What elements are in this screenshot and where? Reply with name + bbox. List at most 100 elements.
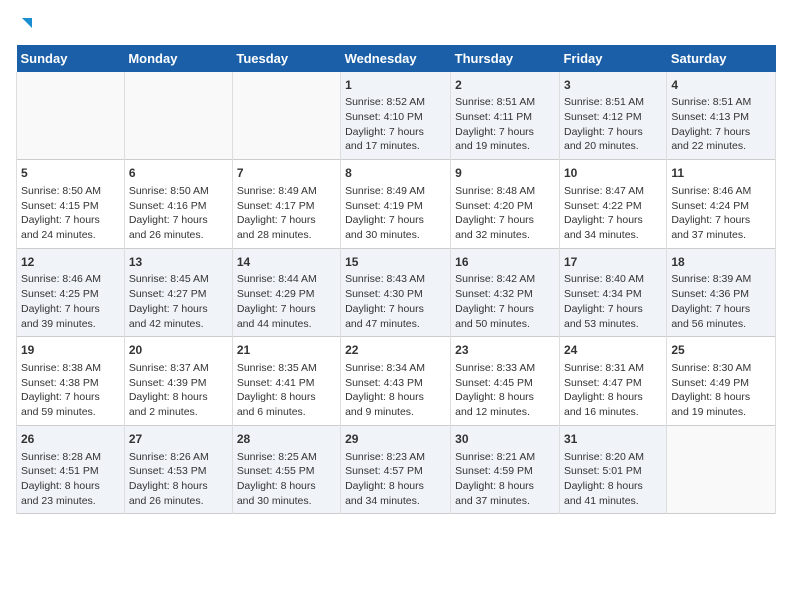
calendar-week-2: 5 Sunrise: 8:50 AM Sunset: 4:15 PM Daylig… [17,160,776,249]
day-number: 16 [455,254,555,271]
day-info: Sunrise: 8:47 AM Sunset: 4:22 PM Dayligh… [564,184,662,243]
day-number: 18 [671,254,771,271]
calendar-cell: 20Sunrise: 8:37 AM Sunset: 4:39 PM Dayli… [124,337,232,426]
calendar-cell: 17Sunrise: 8:40 AM Sunset: 4:34 PM Dayli… [559,248,666,337]
day-number: 19 [21,342,120,359]
day-info: Sunrise: 8:34 AM Sunset: 4:43 PM Dayligh… [345,361,446,420]
calendar-week-5: 26 Sunrise: 8:28 AM Sunset: 4:51 PM Dayli… [17,425,776,514]
day-info: Sunrise: 8:28 AM Sunset: 4:51 PM Dayligh… [21,450,120,509]
calendar-table: SundayMondayTuesdayWednesdayThursdayFrid… [16,45,776,515]
page-header [16,16,776,37]
day-info: Sunrise: 8:39 AM Sunset: 4:36 PM Dayligh… [671,272,771,331]
weekday-header-saturday: Saturday [667,45,776,72]
day-number: 22 [345,342,446,359]
day-info: Sunrise: 8:30 AM Sunset: 4:49 PM Dayligh… [671,361,771,420]
calendar-cell: 15Sunrise: 8:43 AM Sunset: 4:30 PM Dayli… [341,248,451,337]
day-number: 10 [564,165,662,182]
day-number: 26 [21,431,120,448]
day-info: Sunrise: 8:43 AM Sunset: 4:30 PM Dayligh… [345,272,446,331]
day-info: Sunrise: 8:50 AM Sunset: 4:15 PM Dayligh… [21,184,120,243]
calendar-week-1: 1Sunrise: 8:52 AM Sunset: 4:10 PM Daylig… [17,72,776,160]
day-number: 24 [564,342,662,359]
day-info: Sunrise: 8:25 AM Sunset: 4:55 PM Dayligh… [237,450,336,509]
calendar-cell: 21 Sunrise: 8:35 AM Sunset: 4:41 PM Dayli… [232,337,340,426]
day-info: Sunrise: 8:20 AM Sunset: 5:01 PM Dayligh… [564,450,662,509]
logo [16,16,34,37]
calendar-cell: 19 Sunrise: 8:38 AM Sunset: 4:38 PM Dayli… [17,337,125,426]
day-number: 6 [129,165,228,182]
day-number: 13 [129,254,228,271]
calendar-week-4: 19 Sunrise: 8:38 AM Sunset: 4:38 PM Dayli… [17,337,776,426]
calendar-cell: 6 Sunrise: 8:50 AM Sunset: 4:16 PM Daylig… [124,160,232,249]
day-number: 5 [21,165,120,182]
calendar-cell: 10 Sunrise: 8:47 AM Sunset: 4:22 PM Dayli… [559,160,666,249]
day-number: 2 [455,77,555,94]
day-number: 3 [564,77,662,94]
calendar-cell: 8 Sunrise: 8:49 AM Sunset: 4:19 PM Daylig… [341,160,451,249]
calendar-cell: 1Sunrise: 8:52 AM Sunset: 4:10 PM Daylig… [341,72,451,160]
calendar-cell [124,72,232,160]
calendar-cell: 13Sunrise: 8:45 AM Sunset: 4:27 PM Dayli… [124,248,232,337]
day-number: 7 [237,165,336,182]
day-info: Sunrise: 8:48 AM Sunset: 4:20 PM Dayligh… [455,184,555,243]
day-info: Sunrise: 8:52 AM Sunset: 4:10 PM Dayligh… [345,95,446,154]
weekday-header-thursday: Thursday [451,45,560,72]
calendar-cell: 12Sunrise: 8:46 AM Sunset: 4:25 PM Dayli… [17,248,125,337]
calendar-cell: 31 Sunrise: 8:20 AM Sunset: 5:01 PM Dayli… [559,425,666,514]
calendar-cell: 25 Sunrise: 8:30 AM Sunset: 4:49 PM Dayli… [667,337,776,426]
day-number: 15 [345,254,446,271]
calendar-cell: 30 Sunrise: 8:21 AM Sunset: 4:59 PM Dayli… [451,425,560,514]
day-info: Sunrise: 8:37 AM Sunset: 4:39 PM Dayligh… [129,361,228,420]
calendar-cell: 26 Sunrise: 8:28 AM Sunset: 4:51 PM Dayli… [17,425,125,514]
calendar-cell: 29Sunrise: 8:23 AM Sunset: 4:57 PM Dayli… [341,425,451,514]
day-info: Sunrise: 8:42 AM Sunset: 4:32 PM Dayligh… [455,272,555,331]
day-info: Sunrise: 8:50 AM Sunset: 4:16 PM Dayligh… [129,184,228,243]
day-info: Sunrise: 8:44 AM Sunset: 4:29 PM Dayligh… [237,272,336,331]
day-info: Sunrise: 8:21 AM Sunset: 4:59 PM Dayligh… [455,450,555,509]
logo-icon [18,16,34,32]
day-info: Sunrise: 8:38 AM Sunset: 4:38 PM Dayligh… [21,361,120,420]
day-number: 25 [671,342,771,359]
calendar-cell: 9 Sunrise: 8:48 AM Sunset: 4:20 PM Daylig… [451,160,560,249]
day-number: 1 [345,77,446,94]
day-number: 4 [671,77,771,94]
calendar-cell [17,72,125,160]
calendar-week-3: 12Sunrise: 8:46 AM Sunset: 4:25 PM Dayli… [17,248,776,337]
day-number: 28 [237,431,336,448]
day-info: Sunrise: 8:46 AM Sunset: 4:25 PM Dayligh… [21,272,120,331]
weekday-header-tuesday: Tuesday [232,45,340,72]
weekday-header-friday: Friday [559,45,666,72]
day-info: Sunrise: 8:31 AM Sunset: 4:47 PM Dayligh… [564,361,662,420]
day-info: Sunrise: 8:49 AM Sunset: 4:17 PM Dayligh… [237,184,336,243]
calendar-cell: 16Sunrise: 8:42 AM Sunset: 4:32 PM Dayli… [451,248,560,337]
day-info: Sunrise: 8:35 AM Sunset: 4:41 PM Dayligh… [237,361,336,420]
calendar-cell: 11 Sunrise: 8:46 AM Sunset: 4:24 PM Dayli… [667,160,776,249]
day-number: 11 [671,165,771,182]
day-number: 9 [455,165,555,182]
day-number: 29 [345,431,446,448]
calendar-cell: 3Sunrise: 8:51 AM Sunset: 4:12 PM Daylig… [559,72,666,160]
calendar-cell: 5 Sunrise: 8:50 AM Sunset: 4:15 PM Daylig… [17,160,125,249]
calendar-cell [667,425,776,514]
calendar-cell: 23Sunrise: 8:33 AM Sunset: 4:45 PM Dayli… [451,337,560,426]
day-number: 31 [564,431,662,448]
day-info: Sunrise: 8:33 AM Sunset: 4:45 PM Dayligh… [455,361,555,420]
day-number: 27 [129,431,228,448]
calendar-cell: 27Sunrise: 8:26 AM Sunset: 4:53 PM Dayli… [124,425,232,514]
weekday-header-wednesday: Wednesday [341,45,451,72]
weekday-header-sunday: Sunday [17,45,125,72]
day-info: Sunrise: 8:51 AM Sunset: 4:13 PM Dayligh… [671,95,771,154]
weekday-header-monday: Monday [124,45,232,72]
calendar-cell [232,72,340,160]
day-info: Sunrise: 8:49 AM Sunset: 4:19 PM Dayligh… [345,184,446,243]
day-number: 8 [345,165,446,182]
day-info: Sunrise: 8:51 AM Sunset: 4:12 PM Dayligh… [564,95,662,154]
day-number: 21 [237,342,336,359]
day-info: Sunrise: 8:40 AM Sunset: 4:34 PM Dayligh… [564,272,662,331]
day-number: 12 [21,254,120,271]
day-number: 17 [564,254,662,271]
day-info: Sunrise: 8:46 AM Sunset: 4:24 PM Dayligh… [671,184,771,243]
calendar-cell: 7 Sunrise: 8:49 AM Sunset: 4:17 PM Daylig… [232,160,340,249]
day-number: 30 [455,431,555,448]
day-info: Sunrise: 8:51 AM Sunset: 4:11 PM Dayligh… [455,95,555,154]
